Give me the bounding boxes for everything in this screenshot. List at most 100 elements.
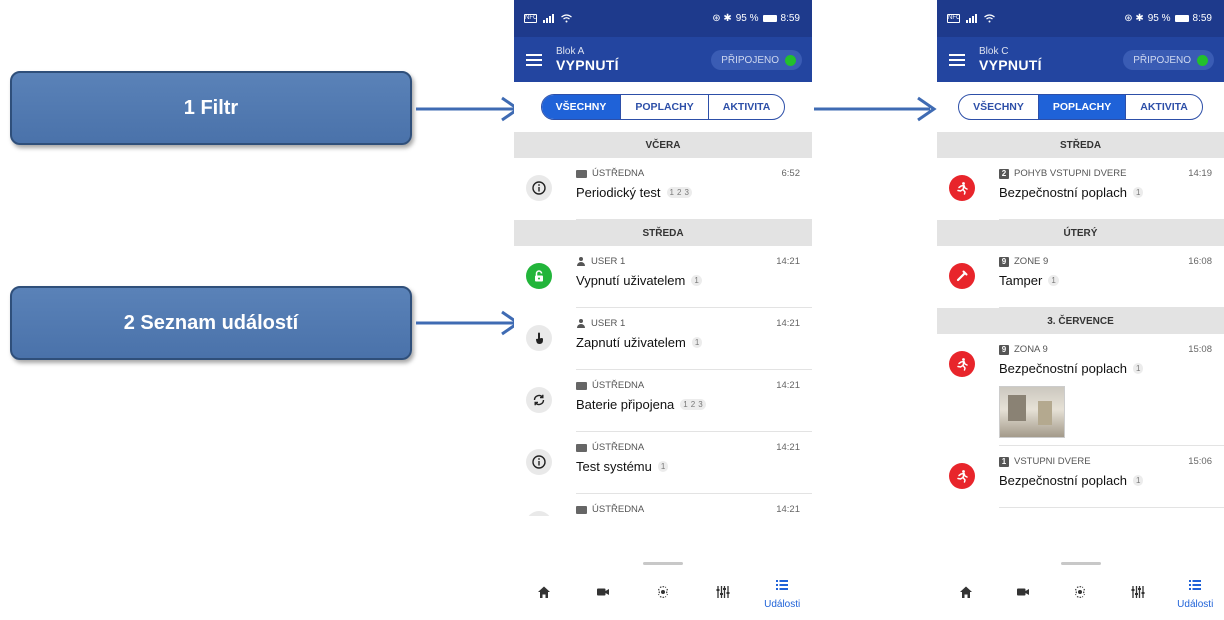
filter-segmented-control: VŠECHNY POPLACHY AKTIVITA: [540, 94, 786, 120]
list-item[interactable]: ÚSTŘEDNA 14:21 Test systému 1: [514, 432, 812, 494]
filter-tab-0[interactable]: VŠECHNY: [541, 95, 622, 119]
list-item[interactable]: 2 POHYB VSTUPNI DVERE 14:19 Bezpečnostní …: [937, 158, 1224, 220]
status-bar: NFC ⊛ ✱ 95 % 8:59: [937, 0, 1224, 37]
wifi-icon: [561, 14, 572, 23]
nav-detector[interactable]: [641, 584, 685, 603]
list-item[interactable]: 9 ZONA 9 15:08 Bezpečnostní poplach 1: [937, 334, 1224, 446]
event-source: ÚSTŘEDNA: [576, 442, 644, 453]
clock: 8:59: [780, 13, 800, 24]
nav-events[interactable]: Události: [760, 577, 804, 610]
drag-handle[interactable]: [1060, 562, 1101, 565]
connection-status: PŘIPOJENO: [1123, 50, 1214, 70]
divider: [999, 307, 1224, 308]
camera-snapshot-thumbnail[interactable]: [999, 386, 1065, 438]
drag-handle[interactable]: [643, 562, 683, 565]
event-source-label: USER 1: [591, 256, 626, 267]
zone-number-badge: 9: [999, 256, 1009, 267]
partition-number: 1: [1135, 476, 1141, 485]
event-time: 14:21: [776, 504, 800, 515]
camera-icon: [595, 584, 611, 603]
list-item[interactable]: 9 ZONE 9 16:08 Tamper 1: [937, 246, 1224, 308]
filter-tab-0[interactable]: VŠECHNY: [959, 95, 1039, 119]
event-title-row: Bezpečnostní poplach 1: [999, 473, 1144, 488]
event-time: 6:52: [781, 168, 801, 179]
unlock-icon: [526, 263, 552, 289]
menu-icon[interactable]: [526, 53, 542, 66]
list-item[interactable]: 1 VSTUPNI DVERE 15:06 Bezpečnostní poplac…: [937, 446, 1224, 508]
event-time: 15:08: [1188, 344, 1212, 355]
event-time: 14:21: [776, 442, 800, 453]
event-title: Bezpečnostní poplach: [999, 361, 1127, 376]
event-title-row: Test systému 1: [576, 459, 669, 474]
partition-badges: 1: [1048, 275, 1059, 286]
zone-number-badge: 9: [999, 344, 1009, 355]
filter-tab-1[interactable]: POPLACHY: [1038, 95, 1127, 119]
list-item[interactable]: 9ZONA 9 12:38 Bezpečnostní poplach1: [937, 508, 1224, 516]
event-title-row: Zapnutí uživatelem 1: [576, 335, 703, 350]
filter-segmented-control: VŠECHNY POPLACHY AKTIVITA: [958, 94, 1203, 120]
signal-icon: [966, 14, 977, 23]
zone-number-badge: 1: [999, 456, 1009, 467]
partition-number: 3: [698, 400, 703, 409]
nav-home[interactable]: [944, 584, 988, 603]
nav-camera[interactable]: [1001, 584, 1045, 603]
runner-icon: [949, 463, 975, 489]
connected-dot-icon: [1197, 54, 1208, 66]
info-icon: [526, 449, 552, 475]
partition-badges: 1: [1132, 475, 1144, 486]
event-source-label: ÚSTŘEDNA: [592, 504, 645, 515]
event-source: USER 1: [576, 256, 625, 267]
event-title: Test systému: [576, 459, 652, 474]
date-header: 3. ČERVENCE: [937, 308, 1224, 334]
event-title-row: Bezpečnostní poplach 1: [999, 185, 1144, 200]
block-name: Blok A: [556, 46, 585, 57]
event-source-label: ZONA 9: [1014, 344, 1048, 355]
list-item[interactable]: ÚSTŘEDNA 14:21 Baterie připojena 1 2 3: [514, 370, 812, 432]
arrow-between-screens: [814, 96, 937, 122]
nav-events[interactable]: Události: [1173, 577, 1217, 610]
menu-icon[interactable]: [949, 53, 965, 66]
nav-camera[interactable]: [581, 584, 625, 603]
event-list[interactable]: VČERA ÚSTŘEDNA 6:52 Periodický test 1 2 3 S…: [514, 132, 812, 516]
vibrate-bluetooth-icons: ⊛ ✱: [1124, 13, 1144, 24]
list-item[interactable]: ÚSTŘEDNA 6:52 Periodický test 1 2 3: [514, 158, 812, 220]
partition-badges: 1: [657, 461, 669, 472]
filter-tab-1[interactable]: POPLACHY: [621, 95, 709, 119]
status-bar: NFC ⊛ ✱ 95 % 8:59: [514, 0, 812, 37]
event-title: Periodický test: [576, 185, 661, 200]
devices-icon: [715, 584, 731, 603]
list-item[interactable]: USER 1 14:21 Zapnutí uživatelem 1: [514, 308, 812, 370]
date-header: VČERA: [514, 132, 812, 158]
event-source: USER 1: [576, 318, 625, 329]
filter-tab-2[interactable]: AKTIVITA: [709, 95, 785, 119]
filter-tab-2[interactable]: AKTIVITA: [1126, 95, 1202, 119]
control-panel-icon: [576, 169, 587, 178]
app-bar: Blok A VYPNUTÍ PŘIPOJENO: [514, 37, 812, 82]
event-title: Bezpečnostní poplach: [999, 473, 1127, 488]
wifi-icon: [984, 14, 995, 23]
event-source-label: ÚSTŘEDNA: [592, 380, 645, 391]
list-item[interactable]: ÚSTŘEDNA 14:21 Baterie odpojena123: [514, 494, 812, 516]
camera-icon: [1015, 584, 1031, 603]
connected-dot-icon: [785, 54, 796, 66]
list-item[interactable]: USER 1 14:21 Vypnutí uživatelem 1: [514, 246, 812, 308]
nav-label-events: Události: [1177, 598, 1214, 610]
partition-number: 1: [660, 462, 666, 471]
sync-icon: [526, 387, 552, 413]
info-icon: [526, 175, 552, 201]
event-list[interactable]: STŘEDA 2 POHYB VSTUPNI DVERE 14:19 Bezpeč…: [937, 132, 1224, 516]
event-title: Zapnutí uživatelem: [576, 335, 686, 350]
nav-devices[interactable]: [1116, 584, 1160, 603]
touch-icon: [526, 325, 552, 351]
nav-home[interactable]: [522, 584, 566, 603]
callout-event-list: 2 Seznam událostí: [10, 286, 412, 360]
nfc-icon: NFC: [524, 14, 538, 23]
partition-badges: 1: [691, 275, 702, 286]
runner-icon: [949, 351, 975, 377]
nav-devices[interactable]: [701, 584, 745, 603]
connection-label: PŘIPOJENO: [721, 54, 779, 66]
runner-icon: [949, 175, 975, 201]
bottom-navigation: Události: [937, 562, 1224, 620]
partition-badges: 123: [666, 187, 692, 198]
nav-detector[interactable]: [1058, 584, 1102, 603]
